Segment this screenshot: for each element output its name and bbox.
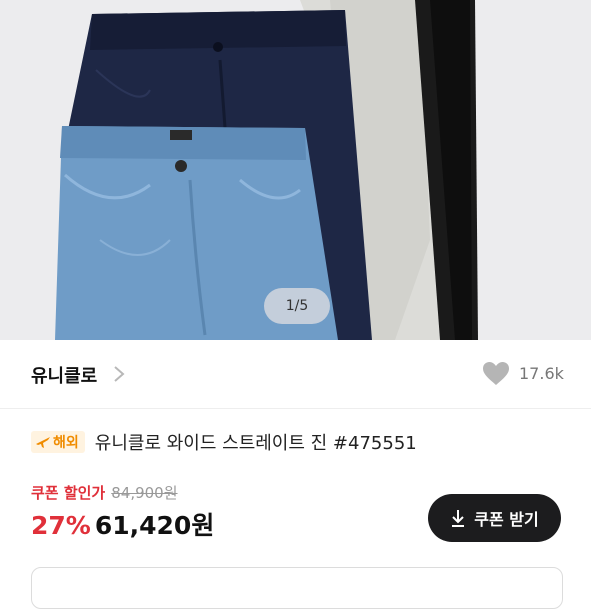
brand-name[interactable]: 유니클로 xyxy=(31,362,97,388)
price-label-row: 쿠폰 할인가 84,900원 xyxy=(31,482,178,503)
original-price: 84,900원 xyxy=(111,484,178,502)
final-price: 61,420원 xyxy=(94,511,215,540)
title-row: 해외 유니클로 와이드 스트레이트 진 #475551 xyxy=(31,429,417,455)
brand-row[interactable]: 유니클로 17.6k xyxy=(0,340,591,408)
get-coupon-label: 쿠폰 받기 xyxy=(474,510,539,529)
product-title: 유니클로 와이드 스트레이트 진 #475551 xyxy=(94,433,417,454)
badge-label: 해외 xyxy=(53,435,79,451)
heart-icon[interactable] xyxy=(482,361,510,387)
product-image-gallery[interactable]: 1/5 xyxy=(0,0,591,340)
overseas-badge: 해외 xyxy=(31,431,85,453)
airplane-icon xyxy=(36,437,50,448)
image-pager: 1/5 xyxy=(264,288,330,324)
download-icon xyxy=(452,510,465,527)
price-row: 27% 61,420원 xyxy=(31,506,214,542)
discount-rate: 27% xyxy=(31,511,91,540)
get-coupon-button[interactable]: 쿠폰 받기 xyxy=(428,494,561,542)
info-card[interactable] xyxy=(31,567,563,609)
chevron-right-icon[interactable] xyxy=(112,364,126,384)
product-info-sheet: 유니클로 17.6k 해외 유니클로 와이드 스트레이트 진 #475551 쿠… xyxy=(0,340,591,609)
like-count: 17.6k xyxy=(519,364,564,383)
coupon-price-label: 쿠폰 할인가 xyxy=(31,484,106,502)
divider xyxy=(0,408,591,409)
